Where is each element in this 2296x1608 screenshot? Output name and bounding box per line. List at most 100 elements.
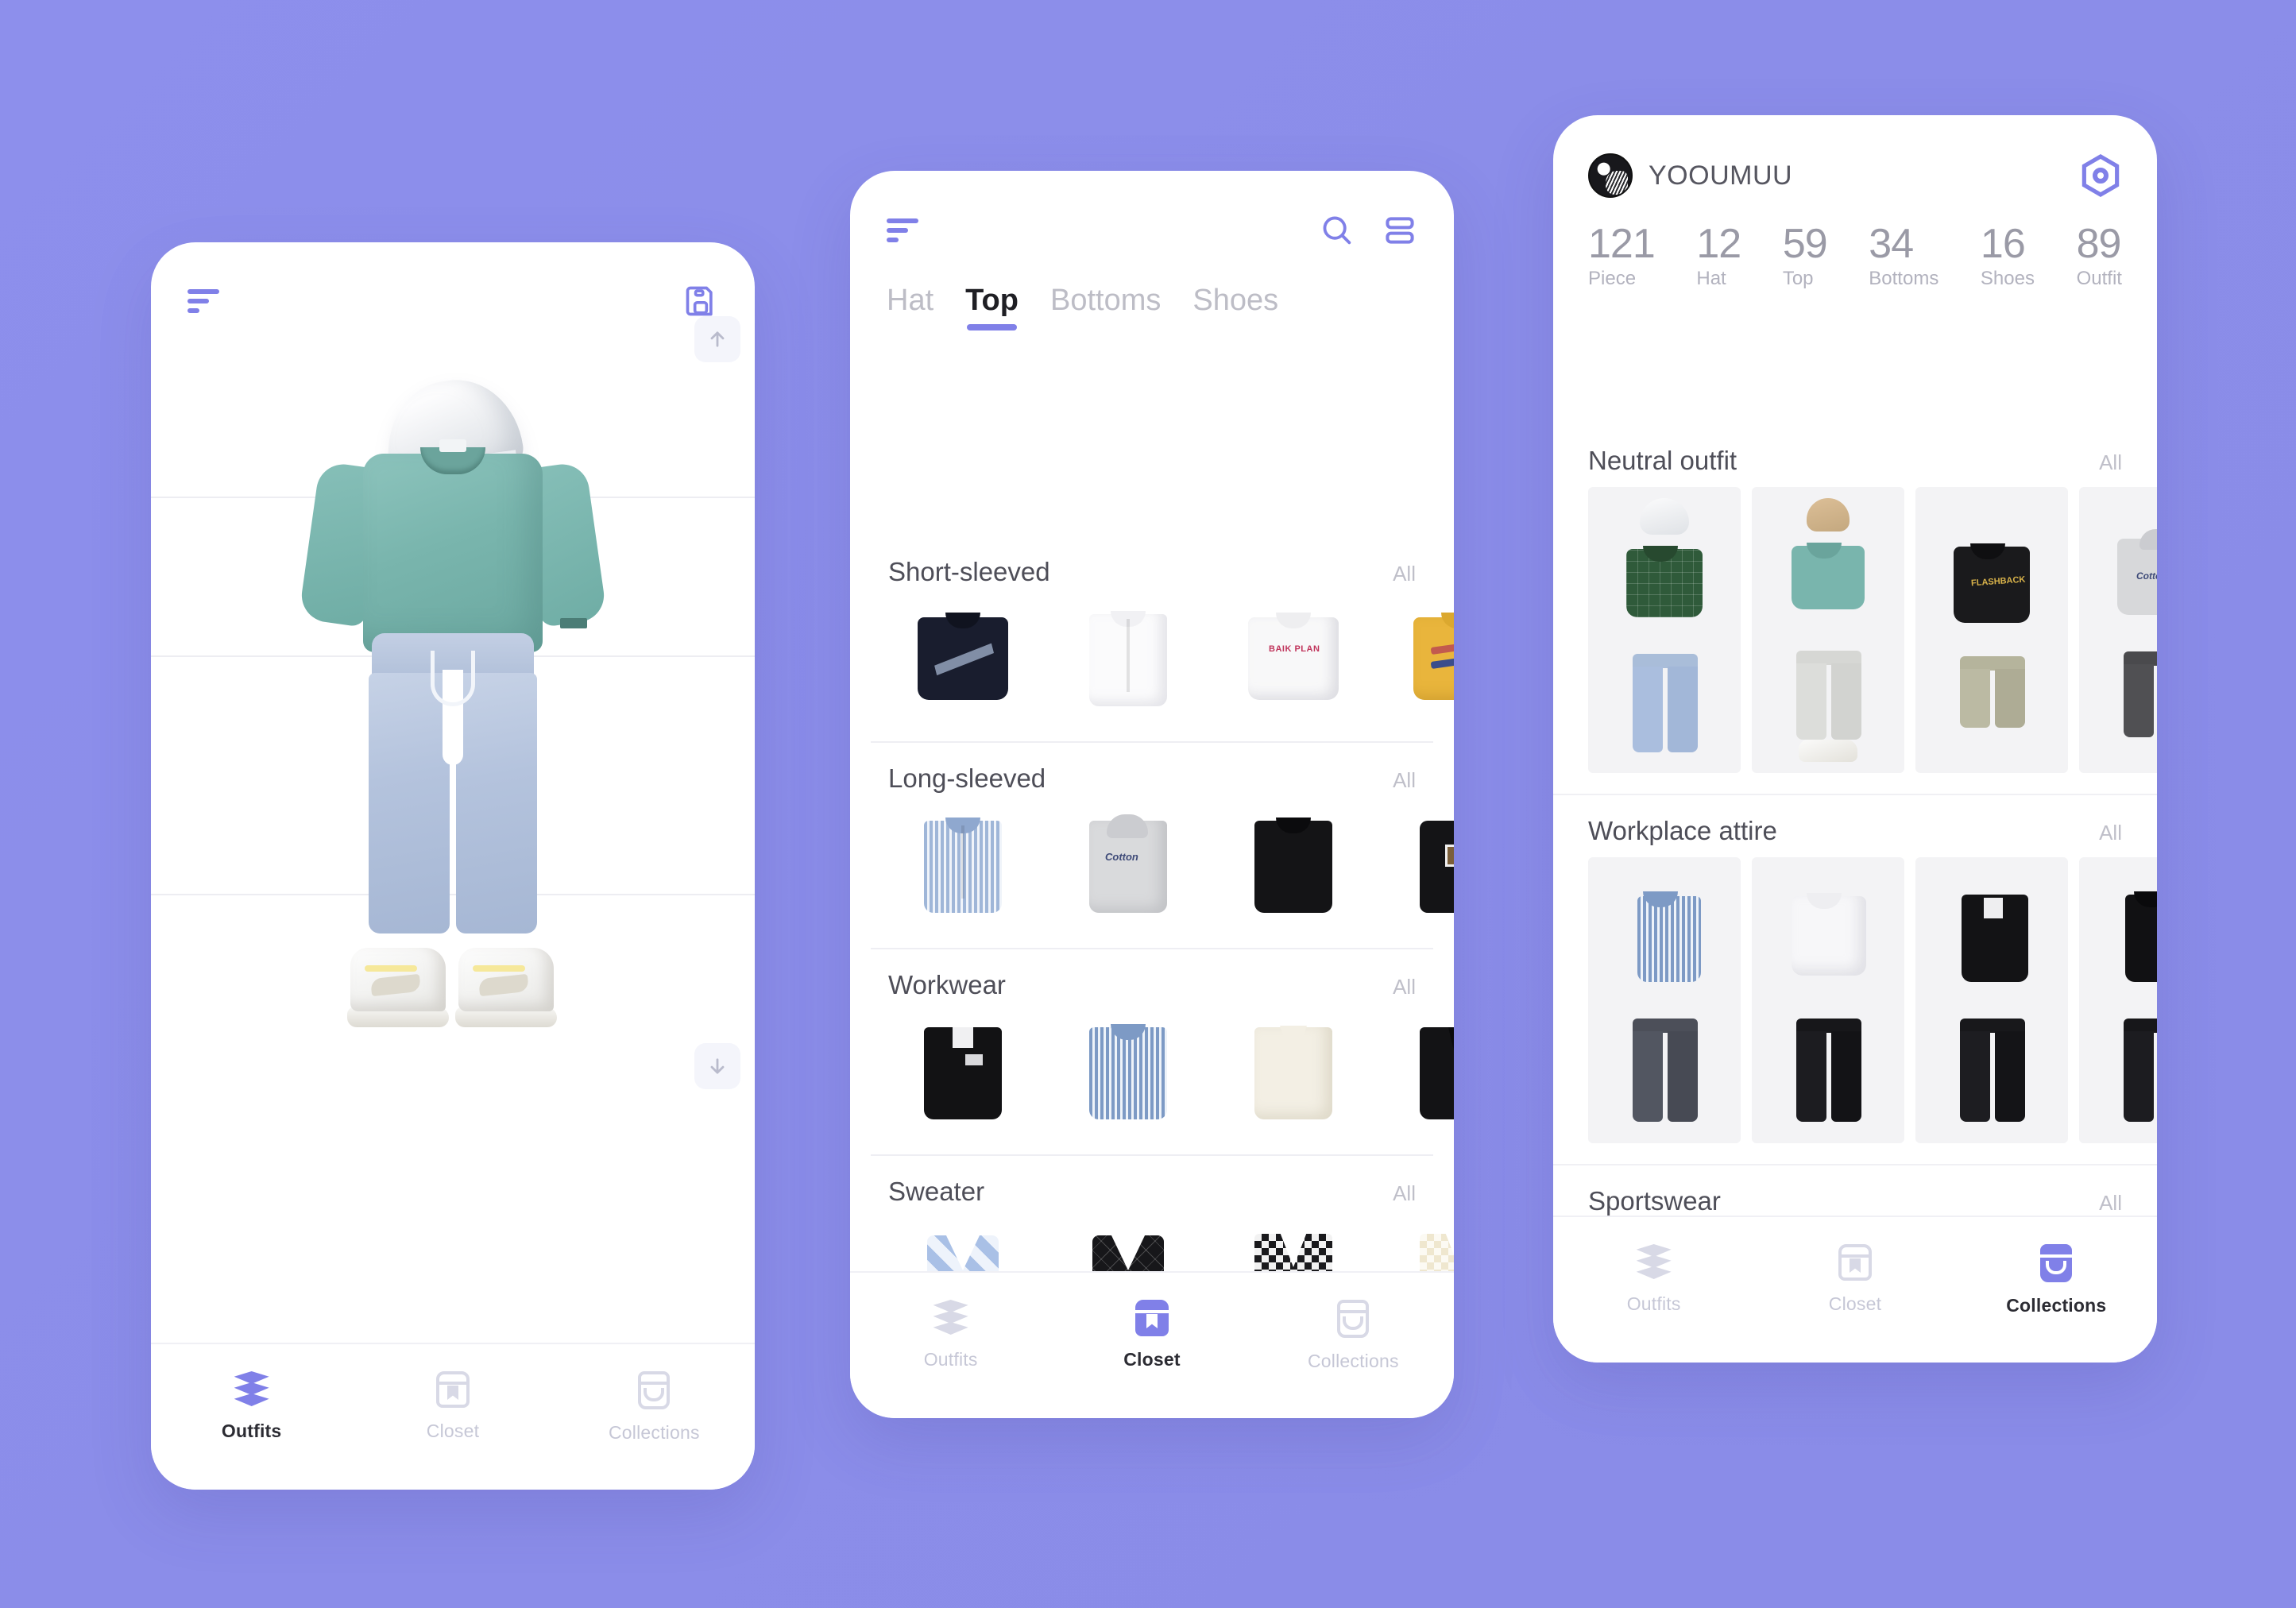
closet-item[interactable]: Black blazer	[885, 1005, 1041, 1140]
filter-icon[interactable]	[187, 289, 219, 313]
stat-value: 121	[1588, 221, 1656, 267]
section-header: Workplace attire All	[1553, 795, 2157, 857]
bag-icon	[638, 1371, 671, 1409]
section-all-button[interactable]: All	[1393, 975, 1416, 999]
nudge-up-button[interactable]	[694, 316, 740, 362]
filter-icon-glyph	[187, 289, 219, 313]
section-sweater: Sweater All Blue argyle vest Black heart…	[850, 1156, 1454, 1283]
category-tabs: Hat Top Bottoms Shoes	[850, 249, 1454, 330]
closet-item[interactable]: Yellow graphic tee	[1381, 592, 1454, 727]
filter-icon-glyph	[887, 218, 918, 242]
section-title: Sportswear	[1588, 1186, 1721, 1216]
closet-item[interactable]: Black graphic sweatshirt	[1381, 798, 1454, 933]
outfit-card[interactable]: White shirt, black trousers	[1752, 857, 1904, 1143]
stat-label: Outfit	[2076, 268, 2122, 289]
outfit-slot-bottoms[interactable]: Light blue wide-leg jeans	[151, 633, 755, 933]
search-icon-glyph	[1323, 216, 1351, 245]
section-all-button[interactable]: All	[2099, 821, 2122, 845]
category-tab-hat[interactable]: Hat	[887, 284, 933, 330]
stat-value: 16	[1980, 221, 2026, 267]
category-tab-bottoms[interactable]: Bottoms	[1050, 284, 1161, 330]
hex-gear-icon-glyph	[2079, 154, 2122, 197]
outfit-card[interactable]: Black blazer, black trousers	[1915, 857, 2068, 1143]
closet-item[interactable]: Grey hoodie Cotton	[1050, 798, 1206, 933]
section-title: Long-sleeved	[888, 763, 1046, 793]
closet-item[interactable]: Cream blazer	[1216, 1005, 1371, 1140]
avatar[interactable]	[1588, 153, 1633, 198]
nav-tab-closet[interactable]: Closet	[1080, 1300, 1223, 1370]
outfit-card[interactable]: Black shirt, black trousers	[2079, 857, 2157, 1143]
stat-label: Top	[1782, 268, 1814, 289]
nav-tab-collections-label: Collections	[608, 1422, 700, 1443]
nav-tab-outfits[interactable]: Outfits	[180, 1371, 323, 1442]
section-header: Short-sleeved All	[871, 536, 1433, 592]
hex-gear-icon[interactable]	[2079, 154, 2122, 197]
outfits-header	[151, 242, 755, 319]
outfit-card[interactable]: Tan beanie, teal sweatshirt, grey jogger…	[1752, 487, 1904, 773]
grid-layout-icon[interactable]	[1382, 213, 1417, 248]
nav-tab-closet[interactable]: Closet	[1784, 1244, 1927, 1315]
stat-outfit: 89 Outfit	[2077, 223, 2122, 290]
nav-tab-outfits[interactable]: Outfits	[879, 1300, 1022, 1370]
outfit-card[interactable]: Grey hoodie, charcoal jeans Cotton	[2079, 487, 2157, 773]
collections-scroll-area[interactable]: Neutral outfit All White beanie, green p…	[1553, 425, 2157, 1235]
stats-row: 121 Piece 12 Hat 59 Top 34 Bottoms 16 Sh…	[1553, 198, 2157, 290]
nudge-down-button[interactable]	[694, 1043, 740, 1089]
stat-value: 59	[1782, 221, 1828, 267]
section-header: Long-sleeved All	[871, 743, 1433, 798]
nav-tab-collections[interactable]: Collections	[582, 1371, 725, 1444]
stat-value: 34	[1869, 221, 1914, 267]
section-all-button[interactable]: All	[1393, 562, 1416, 586]
slot-top-label: Teal long-sleeve sweatshirt	[453, 577, 454, 578]
jeans-artwork	[342, 633, 564, 935]
category-tab-shoes[interactable]: Shoes	[1192, 284, 1278, 330]
section-header: Neutral outfit All	[1553, 425, 2157, 487]
nav-tab-outfits-label: Outfits	[923, 1349, 978, 1370]
outfit-slot-hat[interactable]: White knit beanie	[151, 316, 755, 498]
nav-tab-outfits[interactable]: Outfits	[1583, 1244, 1726, 1315]
closet-item[interactable]: White short-sleeve shirt	[1050, 592, 1206, 727]
category-tab-top[interactable]: Top	[965, 284, 1019, 330]
item-row: Black blazer Blue striped shirt Cream bl…	[871, 1005, 1454, 1156]
outfit-card[interactable]: Black flashback tee, khaki shorts FLASHB…	[1915, 487, 2068, 773]
section-all-button[interactable]: All	[2099, 450, 2122, 475]
closet-scroll-area[interactable]: Short-sleeved All Navy CHINA graphic tee…	[850, 536, 1454, 1283]
nav-tab-collections-label: Collections	[1307, 1351, 1399, 1371]
layers-icon	[234, 1371, 269, 1408]
section-all-button[interactable]: All	[2099, 1191, 2122, 1216]
stat-shoes: 16 Shoes	[1981, 223, 2035, 290]
section-all-button[interactable]: All	[1393, 1181, 1416, 1206]
closet-item[interactable]: Blue striped shirt	[885, 798, 1041, 933]
section-title: Short-sleeved	[888, 557, 1050, 586]
closet-item[interactable]: Black button shirt	[1216, 798, 1371, 933]
search-icon[interactable]	[1319, 212, 1355, 249]
closet-item[interactable]: Blue striped shirt	[1050, 1005, 1206, 1140]
stat-bottoms: 34 Bottoms	[1869, 223, 1938, 290]
stat-value: 89	[2076, 221, 2122, 267]
save-icon[interactable]	[683, 284, 718, 319]
closet-item[interactable]: Black suit jacket	[1381, 1005, 1454, 1140]
closet-item[interactable]: White BAIK PLAN tee BAIK PLAN	[1216, 592, 1371, 727]
profile-identity[interactable]: YOOUMUU	[1588, 153, 1792, 198]
outfit-slot-top[interactable]: Teal long-sleeve sweatshirt	[151, 439, 755, 657]
outfit-card[interactable]: White beanie, green plaid shirt, blue je…	[1588, 487, 1741, 773]
item-row: Navy CHINA graphic tee White short-sleev…	[871, 592, 1454, 743]
nav-tab-closet-label: Closet	[1123, 1349, 1181, 1370]
outfit-slot-shoes[interactable]: White high-top sneakers	[151, 895, 755, 1089]
outfit-card[interactable]: Blue striped shirt, grey trousers	[1588, 857, 1741, 1143]
nav-tab-closet-label: Closet	[426, 1421, 480, 1441]
collection-section-workplace-attire: Workplace attire All Blue striped shirt,…	[1553, 795, 2157, 1165]
filter-icon[interactable]	[887, 218, 918, 242]
profile-name: YOOUMUU	[1649, 160, 1793, 191]
closet-item[interactable]: Navy CHINA graphic tee	[885, 592, 1041, 727]
bottom-nav: Outfits Closet Collections	[850, 1271, 1454, 1418]
section-title: Workwear	[888, 970, 1006, 999]
closet-icon	[1134, 1300, 1169, 1336]
nav-tab-collections[interactable]: Collections	[1985, 1244, 2128, 1316]
nav-tab-collections[interactable]: Collections	[1281, 1300, 1424, 1372]
slot-shoes-label: White high-top sneakers	[453, 980, 454, 981]
outfit-row: Blue striped shirt, grey trousers White …	[1553, 857, 2157, 1165]
section-all-button[interactable]: All	[1393, 768, 1416, 793]
outfit-builder: White knit beanie Teal long-sleeve sweat…	[151, 316, 755, 1089]
nav-tab-closet[interactable]: Closet	[381, 1371, 524, 1442]
